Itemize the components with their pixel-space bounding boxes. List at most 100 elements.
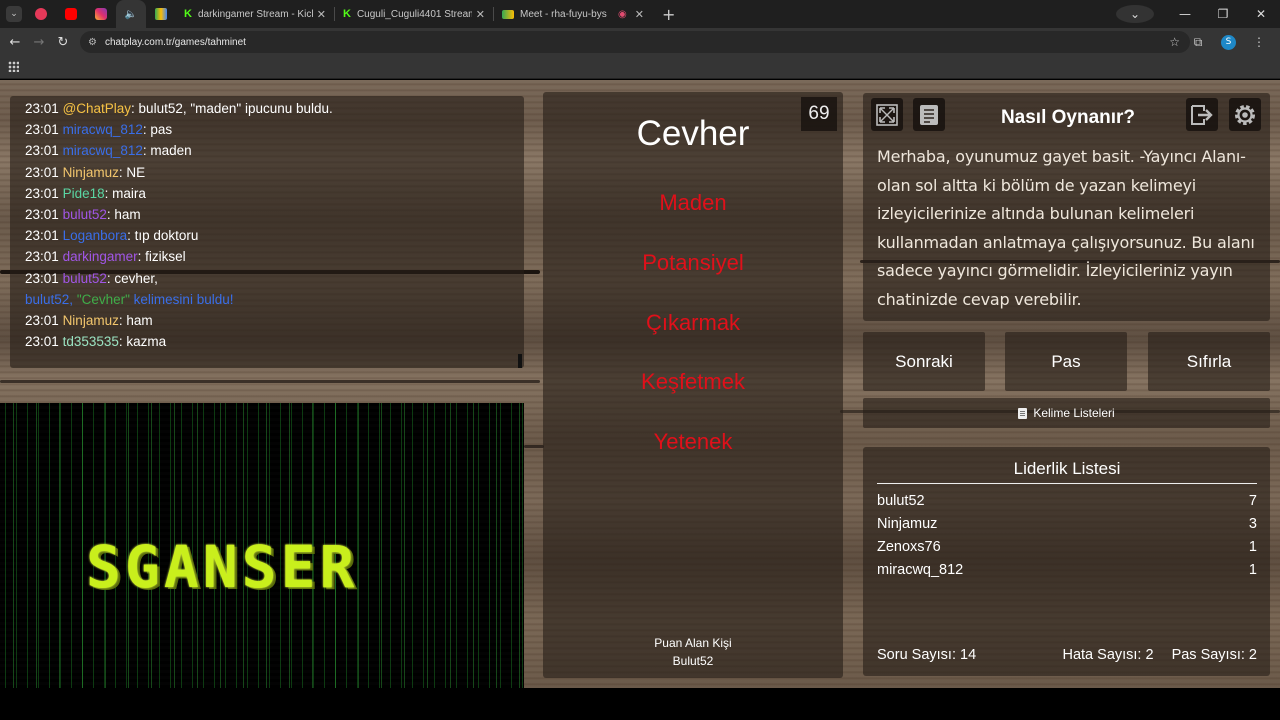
pinned-tabs: 🔈 xyxy=(26,0,176,28)
word-lists-label: Kelime Listeleri xyxy=(1033,406,1115,420)
bookmark-star-icon[interactable]: ☆ xyxy=(1169,35,1180,49)
forward-icon[interactable]: → xyxy=(27,35,51,50)
info-title: Nasıl Oynanır? xyxy=(1000,107,1136,128)
tab-kick-dashboard[interactable]: K darkingamer Stream - Kick Dashboard ✕ xyxy=(176,0,334,28)
chat-username[interactable]: darkingamer xyxy=(63,249,138,264)
close-icon[interactable]: ✕ xyxy=(476,8,485,21)
chat-message-list: 23:01 @ChatPlay: bulut52, "maden" ipucun… xyxy=(25,98,524,352)
player-name: Zenoxs76 xyxy=(877,539,941,555)
chat-username[interactable]: bulut52 xyxy=(63,207,107,222)
pinned-tab-youtube[interactable] xyxy=(56,0,86,28)
chat-message: 23:01 Loganbora: tıp doktoru xyxy=(25,225,524,246)
leaderboard-panel: Liderlik Listesi bulut52 7 Ninjamuz 3 Ze… xyxy=(863,447,1270,676)
chat-text: : ham xyxy=(118,313,153,329)
chat-message: 23:01 Pide18: maira xyxy=(25,183,524,204)
word-card: 69 Cevher Maden Potansiyel Çıkarmak Keşf… xyxy=(543,92,843,678)
chat-scrollbar[interactable] xyxy=(518,354,522,368)
close-icon[interactable]: ✕ xyxy=(317,8,326,21)
chat-text: : maira xyxy=(104,185,146,201)
chat-message: 23:01 Ninjamuz: NE xyxy=(25,162,524,183)
maximize-icon[interactable]: ❐ xyxy=(1204,7,1242,21)
chat-timestamp: 23:01 xyxy=(25,334,59,350)
chat-message: 23:01 Ninjamuz: ham xyxy=(25,310,524,331)
apps-grid-icon[interactable] xyxy=(8,61,19,72)
found-word: "Cevher" xyxy=(76,291,130,307)
minimize-icon[interactable]: — xyxy=(1166,7,1204,21)
address-bar[interactable]: ⚙ chatplay.com.tr/games/tahminet ☆ xyxy=(80,31,1190,53)
close-icon[interactable]: ✕ xyxy=(635,8,644,21)
chat-username[interactable]: miracwq_812 xyxy=(63,122,143,137)
new-tab-icon[interactable]: + xyxy=(662,5,675,24)
player-score: 1 xyxy=(1248,539,1257,555)
chat-timestamp: 23:01 xyxy=(25,270,59,286)
chat-username[interactable]: td353535 xyxy=(63,334,119,349)
menu-icon[interactable]: ⋮ xyxy=(1244,35,1274,49)
reload-icon[interactable]: ↻ xyxy=(51,35,75,50)
exit-icon xyxy=(1191,104,1213,125)
chat-message: 23:01 miracwq_812: maden xyxy=(25,140,524,161)
word-lists-button[interactable]: Kelime Listeleri xyxy=(863,398,1270,428)
taboo-word: Maden xyxy=(659,190,727,215)
pinned-tab-favicon xyxy=(35,8,47,20)
site-info-icon[interactable]: ⚙ xyxy=(88,37,97,48)
chat-message: 23:01 miracwq_812: pas xyxy=(25,119,524,140)
chat-timestamp: 23:01 xyxy=(25,249,59,265)
tab-dropdown-icon[interactable]: ⌄ xyxy=(1116,5,1154,23)
tab-meet[interactable]: Meet - rha-fuyu-bys ◉ ✕ xyxy=(494,0,652,28)
tab-search-icon[interactable]: ⌄ xyxy=(6,6,22,22)
rules-button[interactable] xyxy=(913,98,945,131)
leaderboard-row: bulut52 7 xyxy=(877,493,1257,509)
chat-timestamp: 23:01 xyxy=(25,164,59,180)
chat-username[interactable]: Pide18 xyxy=(63,186,105,201)
chat-username[interactable]: miracwq_812 xyxy=(63,143,143,158)
meet-icon xyxy=(502,9,514,19)
chat-timestamp: 23:01 xyxy=(25,228,59,244)
pinned-tab-instagram[interactable] xyxy=(86,0,116,28)
leaderboard-row: Ninjamuz 3 xyxy=(877,516,1257,532)
fullscreen-button[interactable] xyxy=(871,98,903,131)
pinned-tab-1[interactable] xyxy=(26,0,56,28)
system-username: bulut52 xyxy=(25,291,70,307)
pass-button[interactable]: Pas xyxy=(1005,332,1127,391)
chat-timestamp: 23:01 xyxy=(25,101,59,116)
window-controls: ⌄ — ❐ ✕ xyxy=(1116,0,1280,28)
next-button[interactable]: Sonraki xyxy=(863,332,985,391)
chat-username[interactable]: bulut52 xyxy=(63,271,107,286)
taboo-word: Çıkarmak xyxy=(645,310,741,335)
chat-text: : maden xyxy=(142,143,192,159)
reset-button[interactable]: Sıfırla xyxy=(1148,332,1270,391)
pinned-tab-active[interactable]: 🔈 xyxy=(116,0,146,28)
player-score: 3 xyxy=(1248,516,1257,532)
close-window-icon[interactable]: ✕ xyxy=(1242,7,1280,21)
back-icon[interactable]: ← xyxy=(3,35,27,50)
tab-title: Meet - rha-fuyu-bys xyxy=(520,8,607,20)
instagram-icon xyxy=(95,8,107,20)
gear-icon xyxy=(1235,104,1255,125)
game-stats: Soru Sayısı: 14 Hata Sayısı: 2 Pas Sayıs… xyxy=(877,647,1257,663)
chat-text: : pas xyxy=(142,122,173,138)
pinned-tab-5[interactable] xyxy=(146,0,176,28)
toolbar-right: ⧉ S ⋮ xyxy=(1183,28,1274,56)
chat-text: : NE xyxy=(118,164,146,180)
game-page: 23:01 @ChatPlay: bulut52, "maden" ipucun… xyxy=(0,80,1280,688)
extensions-icon[interactable]: ⧉ xyxy=(1183,35,1213,50)
profile-avatar[interactable]: S xyxy=(1221,34,1236,50)
pinned-tab-favicon xyxy=(155,8,167,20)
chat-timestamp: 23:01 xyxy=(25,143,59,159)
chat-text: : bulut52, "maden" ipucunu buldu. xyxy=(131,101,333,116)
tab-kick-stream[interactable]: K Cuguli_Cuguli4401 Stream - Watch ✕ xyxy=(335,0,493,28)
chat-text: : fiziksel xyxy=(137,249,186,265)
taboo-word: Keşfetmek xyxy=(641,369,745,394)
chat-message: 23:01 bulut52: ham xyxy=(25,204,524,225)
exit-button[interactable] xyxy=(1186,98,1218,131)
chat-system-message: bulut52, "Cevher" kelimesini buldu! xyxy=(25,289,524,310)
chat-username[interactable]: Loganbora xyxy=(63,228,128,243)
settings-button[interactable] xyxy=(1229,98,1261,131)
chat-username[interactable]: Ninjamuz xyxy=(63,165,119,180)
system-text: kelimesini buldu! xyxy=(129,291,234,307)
taboo-word: Yetenek xyxy=(653,429,733,454)
chat-username[interactable]: Ninjamuz xyxy=(63,313,119,328)
chat-username[interactable]: @ChatPlay xyxy=(63,101,131,116)
document-icon xyxy=(920,104,938,125)
bottom-bar xyxy=(0,688,1280,720)
